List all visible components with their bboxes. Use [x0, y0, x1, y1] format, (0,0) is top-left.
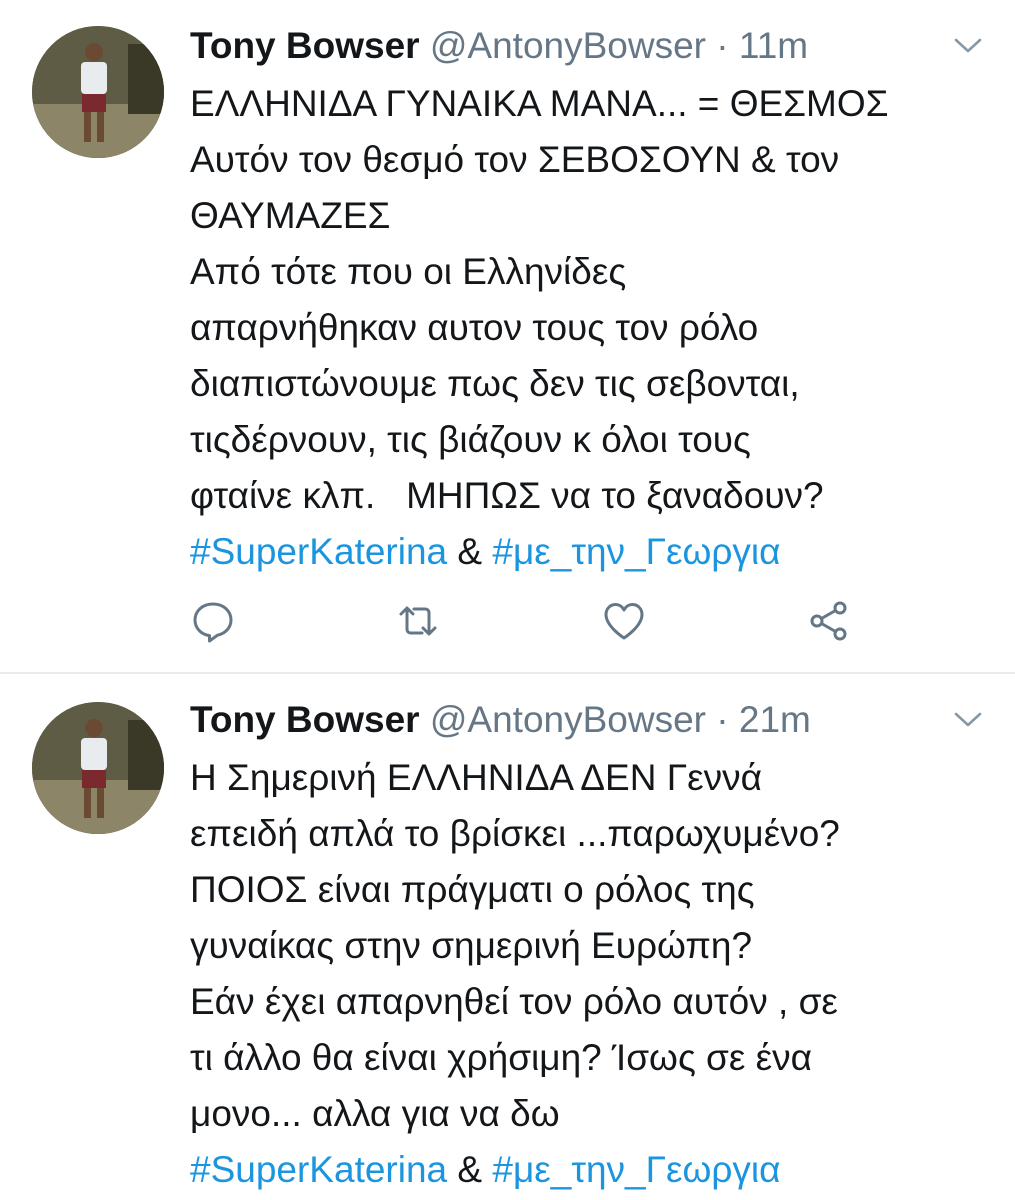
avatar[interactable] [32, 702, 164, 834]
tweet-text-line: τι άλλο θα είναι χρήσιμη? Ίσως σε ένα [190, 1037, 813, 1078]
tweet-text-line: διαπιστώνουμε πως δεν τις σεβονται, [190, 363, 800, 404]
tweet-text-line: απαρνήθηκαν αυτον τους τον ρόλο [190, 307, 759, 348]
reply-icon[interactable] [190, 598, 236, 644]
tweet-header: Tony Bowser @AntonyBowser · 11m [190, 22, 808, 70]
author-handle[interactable]: @AntonyBowser [430, 699, 706, 740]
chevron-down-icon[interactable] [953, 36, 983, 56]
tweet-text-line: ΘΑΥΜΑΖΕΣ [190, 195, 391, 236]
tweet-text-line: τιςδέρνουν, τις βιάζουν κ όλοι τους [190, 419, 751, 460]
separator-dot: · [716, 699, 729, 740]
hashtag-link[interactable]: #με_την_Γεωργια [492, 531, 780, 572]
retweet-icon[interactable] [395, 598, 441, 644]
avatar-photo [32, 702, 164, 834]
tweet-text-line: επειδή απλά το βρίσκει ...παρωχυμένο? [190, 813, 840, 854]
tweet-text-line: ΠΟΙΟΣ είναι πράγματι ο ρόλος της [190, 869, 755, 910]
ampersand: & [447, 1149, 493, 1190]
chevron-down-icon[interactable] [953, 710, 983, 730]
tweet-text: Η Σημερινή ΕΛΛΗΝΙΔΑ ΔΕΝ Γεννά επειδή απλ… [190, 750, 990, 1198]
tweet[interactable]: Tony Bowser @AntonyBowser · 21m Η Σημερι… [0, 674, 1015, 1200]
tweet-text-line: ΕΛΛΗΝΙΔΑ ΓΥΝΑΙΚΑ ΜΑΝΑ... = ΘΕΣΜΟΣ [190, 83, 889, 124]
ampersand: & [447, 531, 493, 572]
tweet-text-line: φταίνε κλπ. ΜΗΠΩΣ να το ξαναδουν? [190, 475, 824, 516]
tweet-timestamp[interactable]: 11m [739, 25, 808, 66]
hashtag-link[interactable]: #SuperKaterina [190, 531, 447, 572]
tweet[interactable]: Tony Bowser @AntonyBowser · 11m ΕΛΛΗΝΙΔΑ… [0, 0, 1015, 674]
author-name[interactable]: Tony Bowser [190, 25, 420, 66]
tweet-text-line: Εάν έχει απαρνηθεί τον ρόλο αυτόν , σε [190, 981, 838, 1022]
hashtag-line: #SuperKaterina & #με_την_Γεωργια [190, 1142, 990, 1198]
tweet-text-line: μονο... αλλα για να δω [190, 1093, 560, 1134]
tweet-text: ΕΛΛΗΝΙΔΑ ΓΥΝΑΙΚΑ ΜΑΝΑ... = ΘΕΣΜΟΣ Αυτόν … [190, 76, 990, 580]
tweet-text-line: Από τότε που οι Ελληνίδες [190, 251, 627, 292]
like-icon[interactable] [601, 598, 647, 644]
author-name[interactable]: Tony Bowser [190, 699, 420, 740]
avatar[interactable] [32, 26, 164, 158]
tweet-text-line: γυναίκας στην σημερινή Ευρώπη? [190, 925, 753, 966]
avatar-photo [32, 26, 164, 158]
tweet-text-line: Αυτόν τον θεσμό τον ΣΕΒΟΣΟΥΝ & τον [190, 139, 840, 180]
hashtag-link[interactable]: #με_την_Γεωργια [492, 1149, 780, 1190]
author-handle[interactable]: @AntonyBowser [430, 25, 706, 66]
tweet-text-line: Η Σημερινή ΕΛΛΗΝΙΔΑ ΔΕΝ Γεννά [190, 757, 762, 798]
tweet-header: Tony Bowser @AntonyBowser · 21m [190, 696, 811, 744]
separator-dot: · [716, 25, 729, 66]
tweet-actions [190, 598, 870, 648]
share-icon[interactable] [806, 598, 852, 644]
hashtag-link[interactable]: #SuperKaterina [190, 1149, 447, 1190]
tweet-timestamp[interactable]: 21m [739, 699, 811, 740]
hashtag-line: #SuperKaterina & #με_την_Γεωργια [190, 524, 990, 580]
